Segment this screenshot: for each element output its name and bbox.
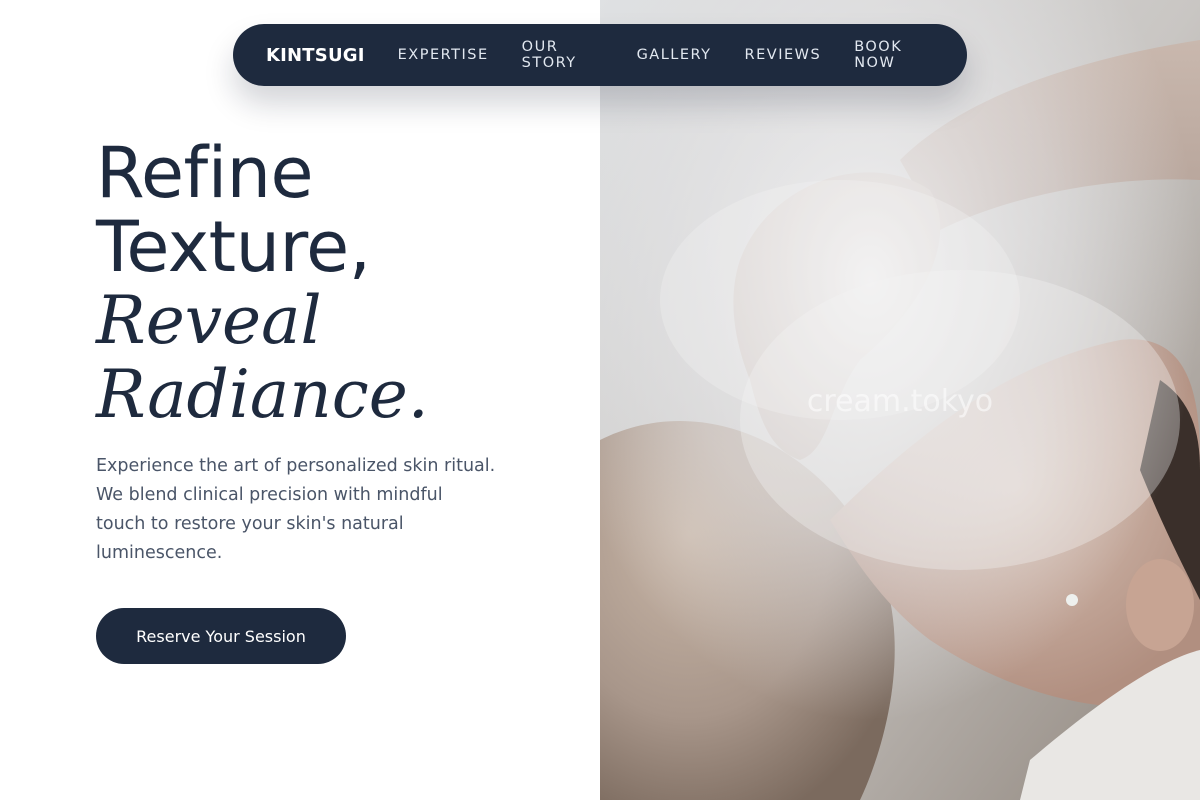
nav-link-book-now[interactable]: BOOK NOW xyxy=(854,39,934,71)
nav-link-our-story[interactable]: OUR STORY xyxy=(522,39,604,71)
hero-description: Experience the art of personalized skin … xyxy=(96,456,496,563)
page: Refine Texture, Reveal Radiance. Experie… xyxy=(0,0,1200,800)
nav-link-gallery[interactable]: GALLERY xyxy=(637,47,712,63)
top-navigation: KINTSUGI EXPERTISE OUR STORY GALLERY REV… xyxy=(233,24,967,86)
headline-line-2: Texture, xyxy=(96,206,371,288)
image-watermark: cream.tokyo xyxy=(806,384,994,419)
hero-image: cream.tokyo xyxy=(600,0,1200,800)
headline-line-3: Reveal xyxy=(96,282,322,359)
reserve-session-button[interactable]: Reserve Your Session xyxy=(96,608,346,664)
headline-line-1: Refine xyxy=(96,132,314,214)
brand-logo[interactable]: KINTSUGI xyxy=(266,45,365,66)
nav-link-expertise[interactable]: EXPERTISE xyxy=(398,47,489,63)
hero-content: Refine Texture, Reveal Radiance. Experie… xyxy=(0,0,600,800)
hero-headline: Refine Texture, Reveal Radiance. xyxy=(96,136,429,432)
headline-line-4: Radiance. xyxy=(96,356,429,433)
nav-link-reviews[interactable]: REVIEWS xyxy=(745,47,822,63)
